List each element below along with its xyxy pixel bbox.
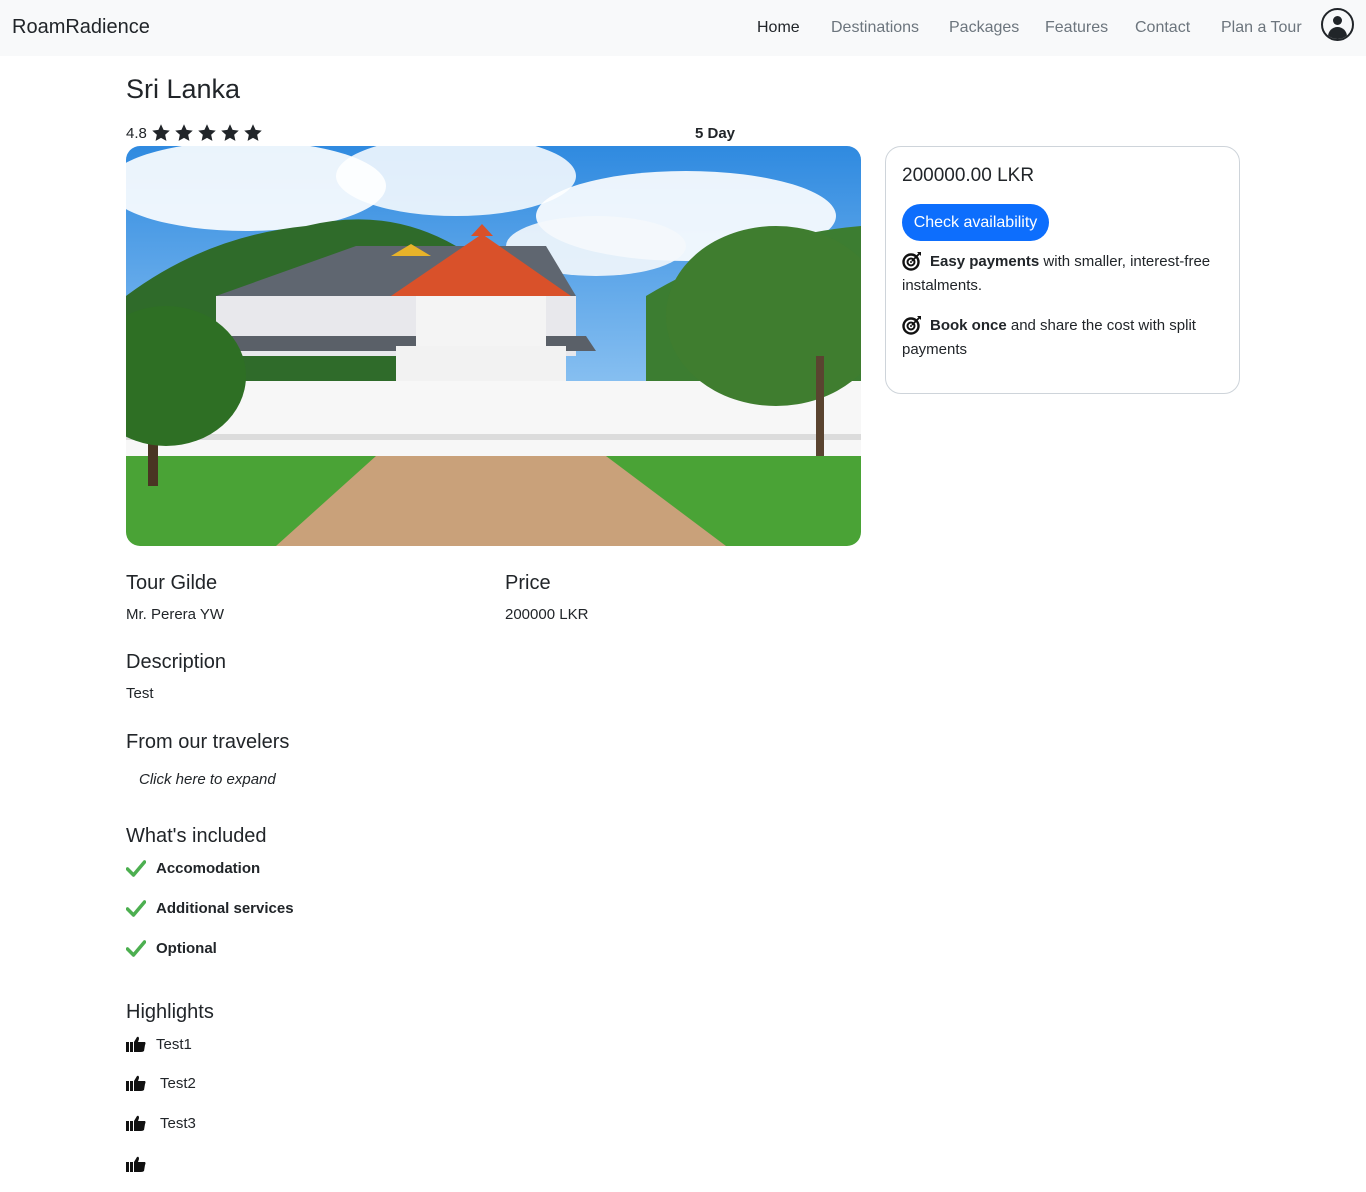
thumbs-up-icon (126, 1036, 146, 1052)
guide-value: Mr. Perera YW (126, 606, 225, 623)
tour-duration: 5 Day (695, 125, 736, 142)
user-circle-icon[interactable] (1321, 8, 1354, 41)
star-icon (175, 124, 193, 141)
highlight-item: Test3 (126, 1112, 196, 1134)
thumbs-up-icon (126, 1156, 146, 1172)
page-title: Sri Lanka (126, 74, 241, 104)
thumbs-up-icon (126, 1075, 146, 1091)
navbar: RoamRadience Home Destinations Packages … (0, 0, 1366, 56)
star-icon (152, 124, 170, 141)
highlight-item-label: Test2 (160, 1074, 196, 1092)
nav-link-destinations[interactable]: Destinations (831, 19, 919, 37)
check-availability-button[interactable]: Check availability (902, 204, 1049, 241)
highlight-item (126, 1153, 156, 1175)
brand-logo[interactable]: RoamRadience (12, 16, 150, 39)
perk-book-once: Book once and share the cost with split … (902, 314, 1228, 362)
highlight-item: Test2 (126, 1072, 196, 1094)
description-value: Test (126, 685, 154, 702)
nav-link-features[interactable]: Features (1045, 19, 1108, 37)
nav-link-contact[interactable]: Contact (1135, 19, 1190, 37)
included-item-label: Additional services (156, 899, 294, 917)
perk-bold: Book once (930, 317, 1007, 334)
highlight-item-label: Test1 (156, 1035, 192, 1053)
description-heading: Description (126, 651, 227, 673)
nav-link-home[interactable]: Home (757, 19, 800, 37)
price-heading: Price (505, 572, 551, 594)
highlight-item: Test1 (126, 1033, 192, 1055)
booking-price: 200000.00 LKR (902, 165, 1035, 186)
included-item: Additional services (126, 896, 294, 920)
included-heading: What's included (126, 825, 267, 847)
check-icon (126, 900, 146, 917)
perk-bold: Easy payments (930, 253, 1040, 270)
target-icon (902, 252, 921, 271)
rating-value: 4.8 (126, 125, 147, 142)
booking-card: 200000.00 LKR Check availability Easy pa… (885, 146, 1240, 394)
rating-stars (151, 123, 263, 145)
target-icon (902, 316, 921, 335)
star-icon (244, 124, 262, 141)
included-item-label: Optional (156, 939, 217, 957)
star-icon (221, 124, 239, 141)
check-icon (126, 860, 146, 877)
nav-link-plan-a-tour[interactable]: Plan a Tour (1221, 19, 1302, 37)
thumbs-up-icon (126, 1115, 146, 1131)
star-icon (198, 124, 216, 141)
included-item-label: Accomodation (156, 859, 261, 877)
perk-easy-payments: Easy payments with smaller, interest-fre… (902, 250, 1228, 298)
highlights-heading: Highlights (126, 1001, 214, 1023)
guide-heading: Tour Gilde (126, 572, 218, 594)
travelers-expand-toggle[interactable]: Click here to expand (139, 771, 276, 788)
included-item: Accomodation (126, 856, 260, 880)
temple-photo (126, 146, 861, 546)
highlight-item-label: Test3 (160, 1114, 196, 1132)
nav-link-packages[interactable]: Packages (949, 19, 1019, 37)
travelers-heading: From our travelers (126, 731, 290, 753)
included-item: Optional (126, 936, 217, 960)
avatar-head (1333, 16, 1342, 25)
avatar-body (1328, 27, 1347, 39)
check-icon (126, 940, 146, 957)
price-value: 200000 LKR (505, 606, 589, 623)
